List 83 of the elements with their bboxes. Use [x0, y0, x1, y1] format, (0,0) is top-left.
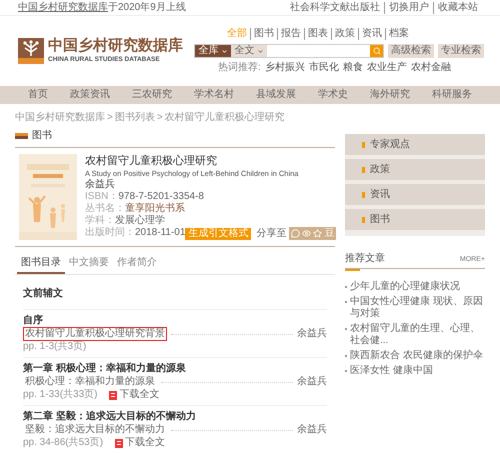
- marker-icon: [362, 216, 365, 222]
- nav-link[interactable]: 科研服务: [432, 89, 472, 101]
- nav-link[interactable]: 学术名村: [194, 89, 234, 101]
- book-title: 农村留守儿童积极心理研究: [85, 154, 218, 168]
- hot-word-link[interactable]: 粮食: [342, 62, 363, 74]
- nav-link[interactable]: 政策资讯: [70, 89, 110, 101]
- recommended-link[interactable]: 陕西新农合 农民健康的保护伞: [350, 350, 483, 362]
- side-menu-item[interactable]: 资讯: [345, 184, 485, 205]
- field-link[interactable]: 童享阳光书系: [125, 203, 185, 215]
- article-author: 余益兵: [297, 424, 327, 436]
- side-menu-item[interactable]: 政策: [345, 159, 485, 180]
- search-option-button[interactable]: 专业检索: [438, 44, 484, 58]
- book-author: 余益兵: [85, 179, 116, 191]
- recommended-link[interactable]: 中国女性心理健康 现状、原因与对策: [350, 296, 485, 320]
- page-range: pp. 1-3(共3页): [23, 341, 86, 353]
- logo-icon: [18, 38, 44, 64]
- field-value: 978-7-5201-3354-8: [118, 191, 204, 202]
- hot-word-link[interactable]: 乡村振兴: [264, 62, 305, 74]
- chat-icon[interactable]: [291, 229, 300, 238]
- side-menu-item[interactable]: 专家观点: [345, 134, 485, 155]
- search-type-tab[interactable]: 报告: [277, 28, 304, 40]
- nav-link[interactable]: 三农研究: [132, 89, 172, 101]
- tab[interactable]: 图书目录: [17, 257, 65, 274]
- side-menu-item[interactable]: 图书: [345, 209, 485, 230]
- article-link[interactable]: 坚毅：追求远大目标的不懈动力: [23, 423, 167, 437]
- article-author: 余益兵: [297, 328, 327, 340]
- page-range: pp. 1-33(共33页): [23, 389, 98, 401]
- marker-icon: [362, 192, 365, 198]
- search-type-tab[interactable]: 资讯: [358, 28, 385, 40]
- hot-word-link[interactable]: 市民化: [308, 62, 339, 74]
- share-label: 分享至: [256, 228, 286, 240]
- hot-word-link[interactable]: 农业生产: [366, 62, 407, 74]
- top-link[interactable]: 切换用户: [384, 2, 433, 14]
- search-type-tab[interactable]: 图表: [304, 28, 331, 40]
- top-link[interactable]: 社会科学文献出版社: [286, 2, 384, 14]
- top-link[interactable]: 收藏本站: [433, 2, 482, 14]
- recommended-link[interactable]: 医泽女性 健康中国: [350, 365, 433, 377]
- recommended-link[interactable]: 农村留守儿童的生理、心理、社会健...: [350, 323, 485, 347]
- notice-link[interactable]: 中国乡村研究数据库: [18, 2, 108, 12]
- recommended-title: 推荐文章: [345, 252, 385, 265]
- pdf-icon: [115, 438, 124, 448]
- tab[interactable]: 作者简介: [113, 257, 161, 274]
- field-label: ISBN：: [85, 191, 118, 202]
- logo-title: 中国乡村研究数据库: [48, 38, 183, 55]
- hot-words-label: 热词推荐:: [218, 62, 261, 74]
- breadcrumb-link[interactable]: 中国乡村研究数据库: [15, 112, 105, 124]
- field-label: 学科：: [85, 215, 115, 226]
- field-value: 发展心理学: [115, 215, 165, 227]
- section-title: 图书: [32, 130, 52, 142]
- pdf-icon: [109, 390, 118, 400]
- chapter-title: 第二章 坚毅：追求远大目标的不懈动力: [23, 410, 197, 423]
- breadcrumb-separator: >: [156, 112, 163, 124]
- notice-text: 于2020年9月上线: [108, 2, 186, 12]
- page-range: pp. 34-86(共53页): [23, 437, 104, 449]
- nav-link[interactable]: 首页: [28, 89, 48, 101]
- marker-icon: [362, 142, 365, 148]
- search-type-tab[interactable]: 档案: [385, 28, 412, 40]
- hot-word-link[interactable]: 农村金融: [410, 62, 451, 74]
- search-type-tab[interactable]: 图书: [250, 28, 277, 40]
- search-type-tab[interactable]: 政策: [331, 28, 358, 40]
- download-link[interactable]: 下载全文: [119, 389, 160, 401]
- toc-heading: 文前辅文: [23, 288, 63, 299]
- field-label: 丛书名：: [85, 203, 125, 214]
- search-option-button[interactable]: 高级检索: [388, 44, 434, 58]
- marker-icon: [362, 166, 365, 172]
- recommended-link[interactable]: 少年儿童的心理健康状况: [350, 281, 460, 293]
- field-label: 出版时间：: [85, 227, 135, 240]
- nav-link[interactable]: 县域发展: [256, 89, 296, 101]
- article-link[interactable]: 积极心理：幸福和力量的源泉: [23, 375, 157, 389]
- field-value: 2018-11-01: [135, 227, 186, 240]
- tab[interactable]: 中文摘要: [65, 257, 113, 274]
- nav-link[interactable]: 学术史: [318, 89, 348, 101]
- breadcrumb-separator: >: [107, 112, 113, 124]
- chapter-title: 第一章 积极心理：幸福和力量的源泉: [23, 362, 187, 375]
- download-link[interactable]: 下载全文: [125, 437, 166, 449]
- chapter-title: 自序: [23, 314, 44, 327]
- eye-icon[interactable]: [302, 229, 312, 238]
- breadcrumb-link[interactable]: 图书列表: [114, 112, 155, 124]
- nav-link[interactable]: 海外研究: [370, 89, 410, 101]
- article-link[interactable]: 农村留守儿童积极心理研究背景: [23, 327, 167, 341]
- section-marker-icon: [15, 133, 28, 139]
- article-author: 余益兵: [297, 376, 327, 388]
- star-icon[interactable]: [313, 229, 322, 238]
